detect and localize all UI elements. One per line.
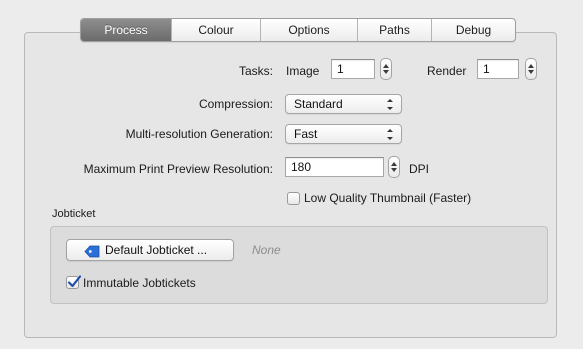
tab-options[interactable]: Options (260, 19, 357, 41)
max-preview-label: Maximum Print Preview Resolution: (83, 162, 273, 176)
default-jobticket-value: None (252, 243, 281, 257)
multires-popup[interactable]: Fast (285, 124, 402, 144)
default-jobticket-button[interactable]: Default Jobticket ... (66, 239, 234, 261)
tasks-label: Tasks: (238, 64, 273, 78)
stepper-down-icon (391, 168, 397, 172)
max-preview-stepper[interactable] (388, 156, 400, 178)
popup-arrows-icon (387, 99, 393, 110)
low-quality-thumbnail-checkbox[interactable] (287, 192, 300, 205)
stepper-up-icon (391, 162, 397, 166)
jobticket-section-label: Jobticket (52, 208, 96, 220)
stepper-down-icon (383, 70, 389, 74)
render-tasks-stepper[interactable] (525, 58, 537, 80)
tab-paths[interactable]: Paths (357, 19, 431, 41)
stepper-up-icon (383, 64, 389, 68)
multires-selected: Fast (294, 127, 318, 141)
render-tasks-field[interactable]: 1 (477, 59, 519, 79)
popup-arrows-icon (387, 129, 393, 140)
dpi-label: DPI (409, 162, 430, 176)
compression-label: Compression: (198, 97, 273, 111)
immutable-jobtickets-checkbox[interactable] (66, 275, 82, 289)
image-tasks-field[interactable]: 1 (331, 59, 375, 79)
compression-popup[interactable]: Standard (285, 94, 402, 114)
image-tasks-label: Image (286, 64, 320, 78)
stepper-up-icon (528, 64, 534, 68)
stepper-down-icon (528, 70, 534, 74)
low-quality-thumbnail-label: Low Quality Thumbnail (Faster) (304, 191, 472, 205)
image-tasks-stepper[interactable] (380, 58, 392, 80)
compression-selected: Standard (294, 97, 343, 111)
checkmark-icon (67, 275, 82, 288)
render-tasks-label: Render (427, 64, 467, 78)
tab-debug[interactable]: Debug (431, 19, 515, 41)
jobticket-group (50, 226, 548, 304)
tab-colour[interactable]: Colour (171, 19, 260, 41)
multires-label: Multi-resolution Generation: (125, 127, 273, 141)
immutable-jobtickets-label: Immutable Jobtickets (83, 276, 196, 290)
tab-process[interactable]: Process (81, 19, 171, 41)
default-jobticket-button-label: Default Jobticket ... (105, 243, 208, 257)
tab-bar: Process Colour Options Paths Debug (80, 18, 516, 42)
tag-icon (84, 244, 100, 258)
max-preview-field[interactable]: 180 (285, 157, 384, 177)
